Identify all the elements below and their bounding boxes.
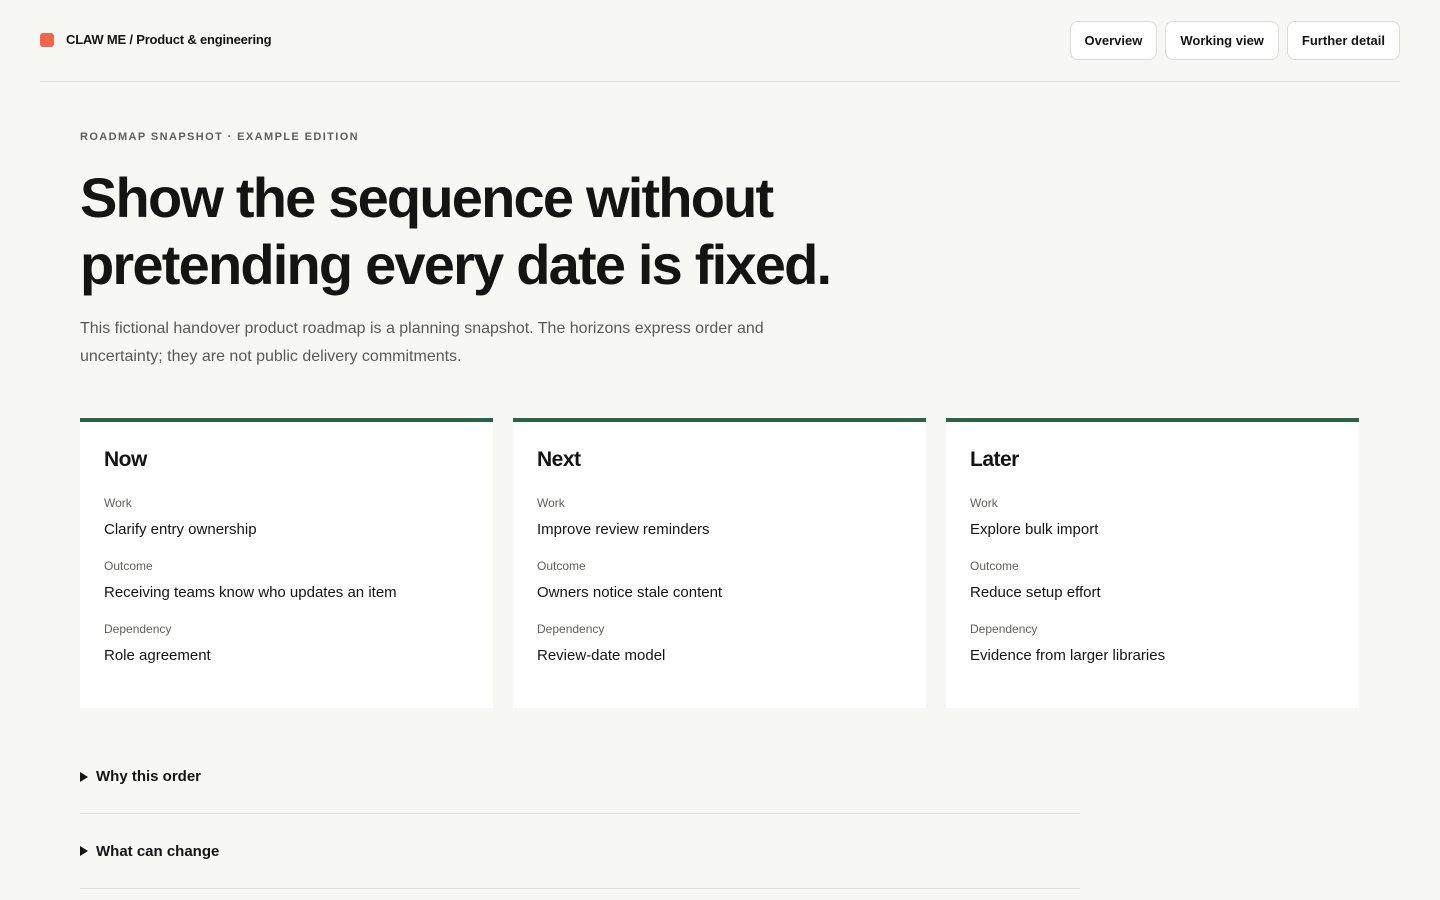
work-value: Improve review reminders [537, 521, 710, 538]
disclosure-why-this-order[interactable]: Why this order [80, 740, 1080, 814]
primary-nav: Overview Working view Further detail [1069, 21, 1400, 60]
triangle-right-icon [80, 846, 88, 856]
horizon-title: Next [537, 448, 581, 471]
outcome-value: Owners notice stale content [537, 584, 723, 601]
disclosure-label: What can change [96, 842, 220, 860]
dependency-value: Role agreement [104, 647, 211, 664]
dependency-value: Review-date model [537, 647, 666, 664]
dependency-value: Evidence from larger libraries [970, 647, 1166, 664]
page-title: Show the sequence without pretending eve… [80, 166, 832, 296]
work-value: Clarify entry ownership [104, 521, 257, 538]
outcome-value: Reduce setup effort [970, 584, 1101, 601]
triangle-right-icon [80, 771, 88, 782]
brand-logo-icon [40, 33, 54, 47]
nav-working-view-button[interactable]: Working view [1165, 21, 1279, 60]
work-label: Work [104, 496, 132, 510]
outcome-label: Outcome [537, 559, 586, 573]
outcome-label: Outcome [970, 559, 1019, 573]
dependency-label: Dependency [970, 622, 1038, 636]
work-value: Explore bulk import [970, 521, 1099, 538]
work-label: Work [537, 496, 565, 510]
disclosure-what-can-change[interactable]: What can change [80, 814, 1080, 889]
horizon-title: Now [104, 448, 147, 471]
outcome-value: Receiving teams know who updates an item [104, 584, 397, 601]
horizon-card-now: Now Work Clarify entry ownership Outcome… [80, 418, 493, 708]
outcome-label: Outcome [104, 559, 153, 573]
brand-breadcrumb[interactable]: CLAW ME / Product & engineering [66, 32, 272, 47]
disclosure-label: Why this order [96, 768, 202, 785]
horizon-card-later: Later Work Explore bulk import Outcome R… [946, 418, 1359, 708]
horizon-title: Later [970, 448, 1019, 471]
nav-further-detail-button[interactable]: Further detail [1286, 21, 1400, 60]
horizon-cards: Now Work Clarify entry ownership Outcome… [80, 418, 1359, 708]
nav-overview-button[interactable]: Overview [1069, 21, 1158, 60]
horizon-card-next: Next Work Improve review reminders Outco… [513, 418, 926, 708]
work-label: Work [970, 496, 998, 510]
disclosure-list: Why this order What can change [80, 740, 1080, 889]
dependency-label: Dependency [537, 622, 605, 636]
intro-paragraph: This fictional handover product roadmap … [80, 320, 764, 365]
dependency-label: Dependency [104, 622, 172, 636]
eyebrow-label: ROADMAP SNAPSHOT · EXAMPLE EDITION [80, 131, 360, 143]
